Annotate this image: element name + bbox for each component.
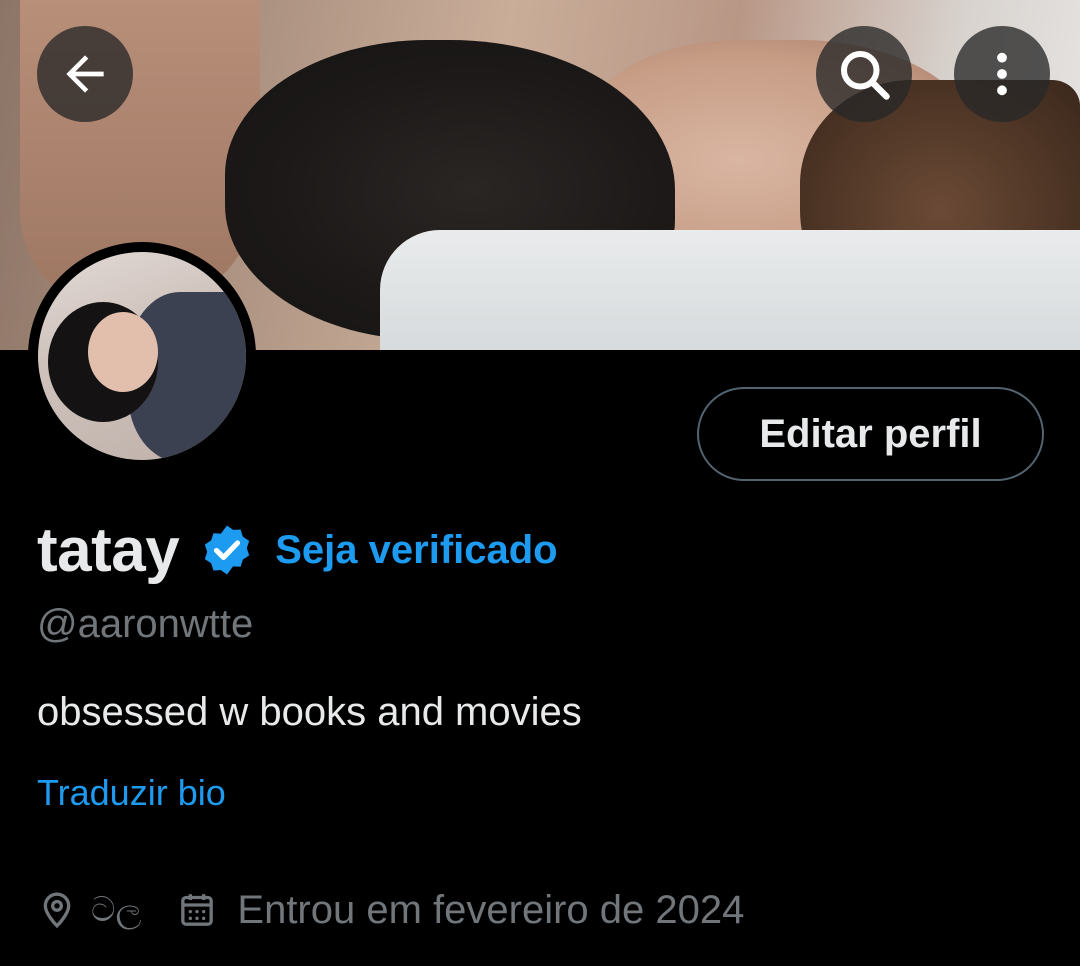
- user-bio: obsessed w books and movies: [37, 690, 582, 734]
- translate-bio-link[interactable]: Traduzir bio: [37, 772, 226, 814]
- user-handle: @aaronwtte: [37, 602, 254, 646]
- back-button[interactable]: [37, 26, 133, 122]
- display-name: tatay: [37, 515, 180, 585]
- search-button[interactable]: [816, 26, 912, 122]
- name-row: tatay Seja verificado: [37, 510, 558, 590]
- avatar-photo: [38, 252, 246, 460]
- edit-profile-button[interactable]: Editar perfil: [697, 387, 1044, 481]
- profile-meta-row: ටල Entrou em fevereiro de 2024: [37, 882, 744, 938]
- location-text: ටල: [91, 890, 142, 929]
- more-vertical-icon: [997, 52, 1007, 96]
- get-verified-link[interactable]: Seja verificado: [275, 528, 557, 573]
- joined-date: Entrou em fevereiro de 2024: [237, 887, 745, 932]
- location-pin-icon: [43, 892, 71, 929]
- banner-photo-pillow: [380, 230, 1080, 350]
- calendar-icon: [181, 894, 214, 926]
- avatar-photo-face: [88, 312, 158, 392]
- avatar[interactable]: [28, 242, 256, 470]
- arrow-left-icon: [66, 55, 104, 93]
- verified-badge-icon[interactable]: [199, 522, 255, 578]
- search-icon: [841, 51, 890, 100]
- more-options-button[interactable]: [954, 26, 1050, 122]
